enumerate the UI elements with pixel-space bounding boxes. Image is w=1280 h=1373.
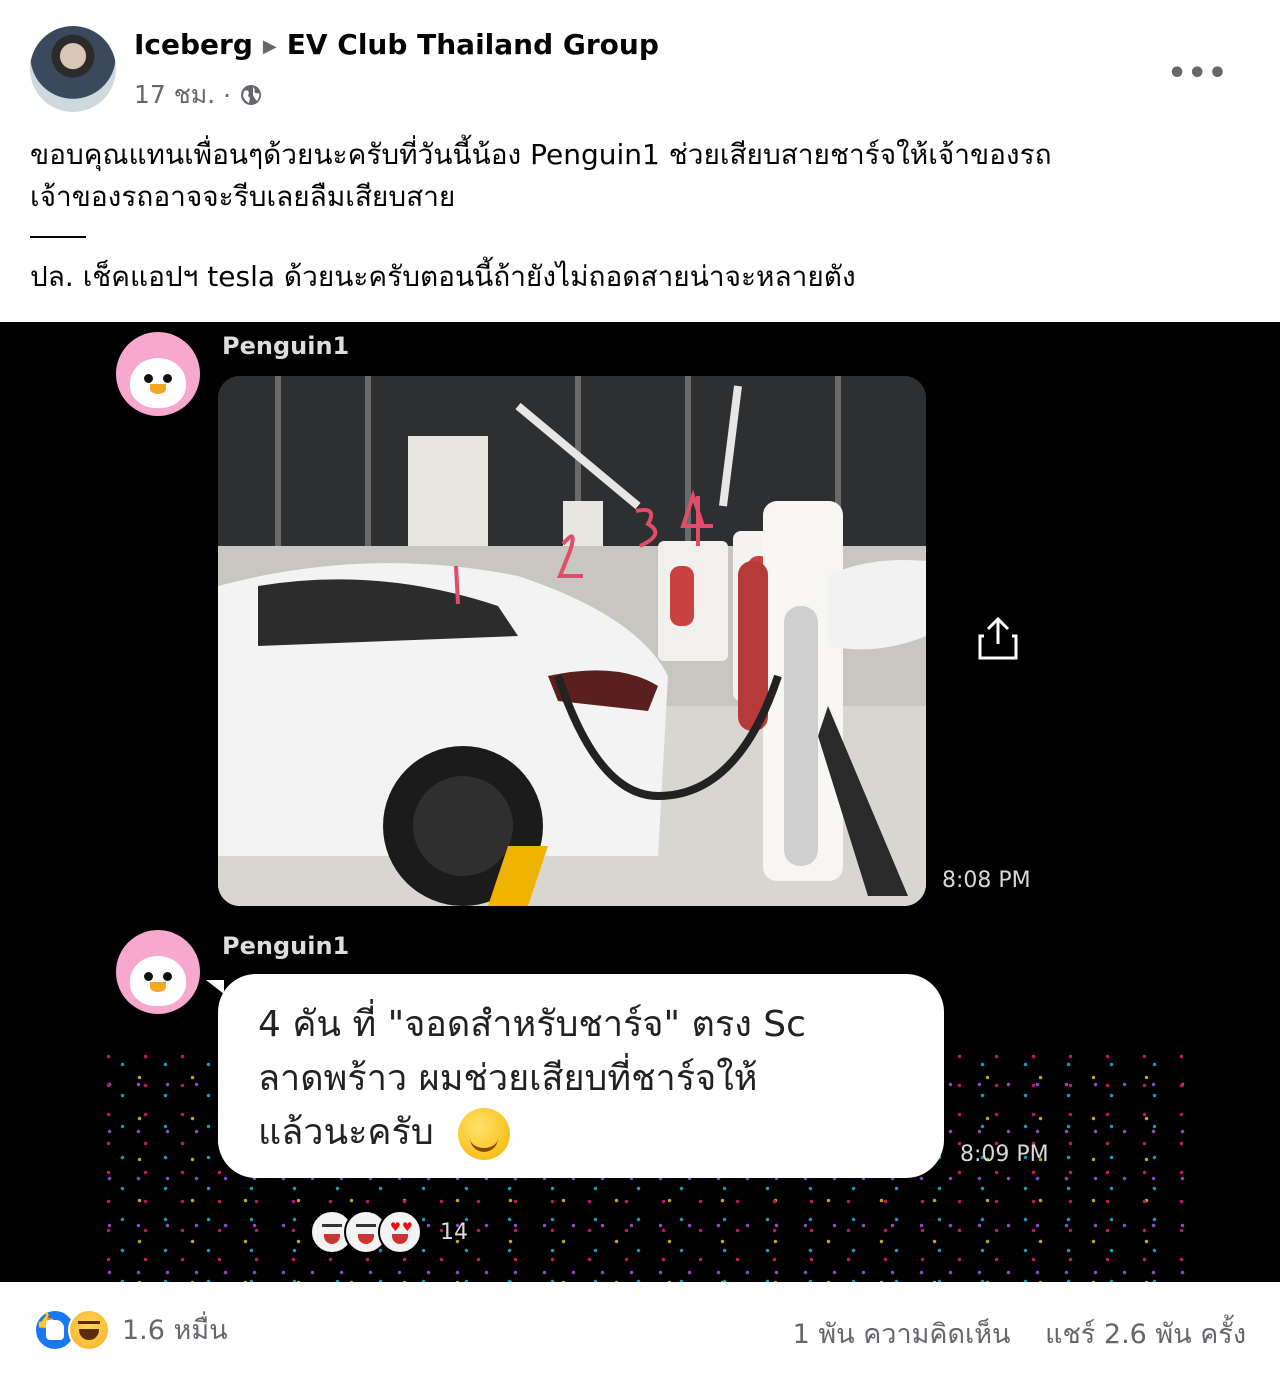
post-text-line: ปล. เช็คแอปฯ tesla ด้วยนะครับตอนนี้ถ้ายั… [30,260,856,293]
post-time[interactable]: 17 ชม. [134,75,215,115]
penguin-avatar [116,332,200,416]
reaction-total: 1.6 หมื่น [122,1315,228,1346]
sender-name: Penguin1 [222,932,350,960]
post-footer: 1.6 หมื่น 1 พัน ความคิดเห็น แชร์ 2.6 พัน… [0,1282,1280,1373]
post-image[interactable]: Penguin1 8:08 PM Penguin1 4 คัน ที่ "จอด… [0,322,1280,1282]
reaction-summary[interactable]: 1.6 หมื่น [34,1308,228,1351]
arrow-right-icon: ▶ [262,35,277,57]
bubble-tail [206,980,224,994]
post-text: ขอบคุณแทนเพื่อนๆด้วยนะครับที่วันนี้น้อง … [30,134,1250,298]
share-icon[interactable] [976,616,1020,662]
haha-icon [68,1308,110,1351]
author-name[interactable]: Iceberg [134,28,253,61]
message-text: 4 คัน ที่ "จอดสำหรับชาร์จ" ตรง Sc ลาดพร้… [258,998,918,1160]
author-line: Iceberg ▶ EV Club Thailand Group [134,28,659,61]
post-text-line: เจ้าของรถอาจจะรีบเลยลืมเสียบสาย [30,180,456,213]
message-bubble: 4 คัน ที่ "จอดสำหรับชาร์จ" ตรง Sc ลาดพร้… [218,974,944,1178]
post-text-line: ขอบคุณแทนเพื่อนๆด้วยนะครับที่วันนี้น้อง … [30,138,1052,171]
sender-name: Penguin1 [222,332,350,360]
group-name[interactable]: EV Club Thailand Group [287,28,659,61]
meta-separator: · [223,80,232,110]
message-line: ลาดพร้าว ผมช่วยเสียบที่ชาร์จให้ [258,1058,758,1099]
chat-reactions: 14 [310,1210,468,1254]
comments-count[interactable]: 1 พัน ความคิดเห็น [793,1319,1011,1350]
shares-count[interactable]: แชร์ 2.6 พัน ครั้ง [1045,1319,1246,1350]
hug-emoji-icon [457,1108,510,1160]
message-timestamp: 8:09 PM [960,1142,1049,1167]
photo-timestamp: 8:08 PM [942,868,1031,893]
heart-eyes-reaction-icon [378,1210,422,1254]
charging-scene-illustration [218,376,926,906]
post-meta: 17 ชม. · [134,75,263,115]
post-stats: 1 พัน ความคิดเห็น แชร์ 2.6 พัน ครั้ง [793,1312,1246,1355]
penguin-avatar [116,930,200,1014]
chat-reaction-count: 14 [440,1219,468,1245]
author-avatar[interactable] [30,26,116,112]
globe-icon [241,85,262,105]
charging-photo [218,376,926,906]
message-line: 4 คัน ที่ "จอดสำหรับชาร์จ" ตรง Sc [258,1004,806,1045]
post-header: Iceberg ▶ EV Club Thailand Group 17 ชม. · … [0,0,1280,120]
message-line: แล้วนะครับ [258,1112,434,1153]
text-divider [30,236,86,238]
more-options-button[interactable]: ••• [1167,56,1228,91]
